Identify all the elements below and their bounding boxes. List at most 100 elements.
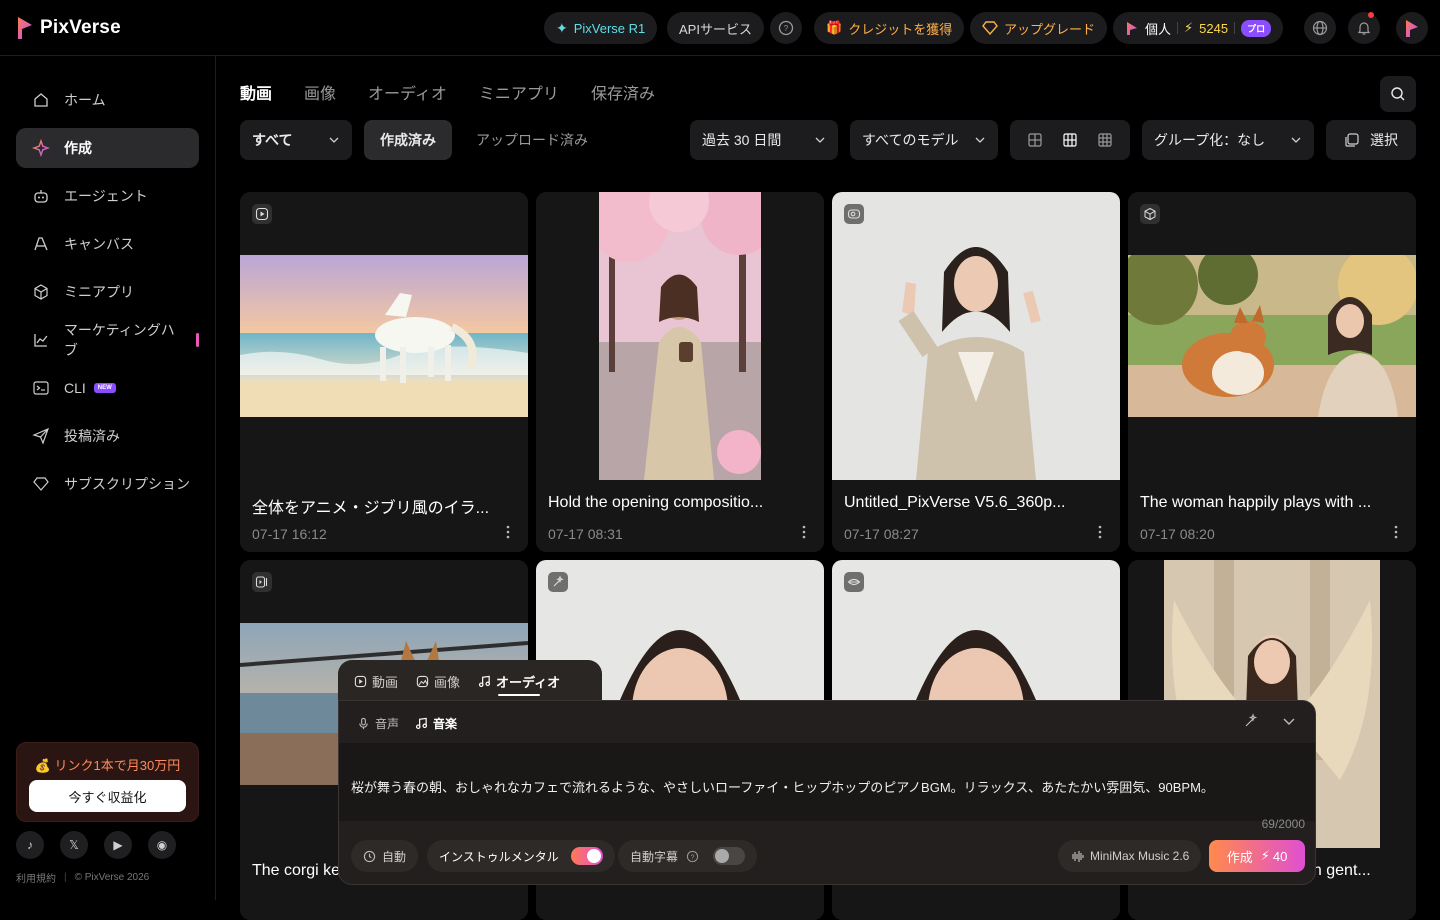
subtab-voice[interactable]: 音声 bbox=[357, 715, 399, 732]
terminal-icon bbox=[33, 381, 49, 395]
monetize-promo: 💰 リンク1本で月30万円 今すぐ収益化 bbox=[16, 742, 199, 822]
composer-tab-label: 画像 bbox=[434, 674, 461, 690]
api-service-button[interactable]: APIサービス bbox=[667, 12, 764, 44]
instrumental-toggle[interactable] bbox=[570, 847, 603, 865]
notifications-button[interactable] bbox=[1348, 12, 1380, 44]
group-by-dropdown[interactable]: グループ化：なし bbox=[1142, 120, 1314, 160]
sidebar-item-marketing-hub[interactable]: マーケティングハブ bbox=[16, 320, 199, 360]
tab-audio[interactable]: オーディオ bbox=[368, 80, 447, 104]
type-filter-dropdown[interactable]: すべて bbox=[240, 120, 352, 160]
clock-icon bbox=[363, 850, 376, 862]
upgrade-label: アップグレード bbox=[1004, 21, 1096, 37]
grid-small-icon[interactable] bbox=[1097, 132, 1113, 148]
auto-mode-label: 自動 bbox=[382, 849, 407, 864]
upgrade-button[interactable]: アップグレード bbox=[970, 12, 1108, 44]
magic-wand-icon[interactable] bbox=[1243, 713, 1259, 729]
card-title: The woman happily plays with ... bbox=[1140, 494, 1372, 511]
select-icon bbox=[1345, 133, 1359, 147]
footer-divider: | bbox=[64, 872, 67, 883]
sidebar-item-cli[interactable]: CLI NEW bbox=[16, 368, 199, 408]
tab-image[interactable]: 画像 bbox=[304, 80, 336, 104]
auto-lyrics-toggle[interactable] bbox=[713, 847, 746, 865]
help-circle-icon[interactable]: ? bbox=[686, 850, 699, 863]
copyright: © PixVerse 2026 bbox=[74, 872, 150, 883]
media-card[interactable]: Hold the opening compositio... 07-17 08:… bbox=[536, 192, 824, 552]
waveform-icon bbox=[1072, 850, 1084, 862]
pixverse-r1-button[interactable]: ✦ PixVerse R1 bbox=[544, 12, 658, 44]
grid-large-icon[interactable] bbox=[1027, 132, 1043, 148]
sidebar-item-home[interactable]: ホーム bbox=[16, 80, 199, 120]
sidebar-item-subscription[interactable]: サブスクリプション bbox=[16, 464, 199, 504]
user-avatar[interactable] bbox=[1396, 12, 1428, 44]
character-count: 69/2000 bbox=[1261, 817, 1305, 831]
lips-type-icon bbox=[844, 572, 864, 592]
composer-tab-label: 動画 bbox=[372, 674, 399, 690]
divider bbox=[1177, 22, 1179, 34]
logo[interactable]: PixVerse bbox=[16, 15, 121, 41]
card-date: 07-17 08:27 bbox=[844, 526, 919, 542]
get-credits-label: クレジットを獲得 bbox=[848, 21, 953, 37]
sidebar-item-mini-apps[interactable]: ミニアプリ bbox=[16, 272, 199, 312]
card-title: Hold the opening compositio... bbox=[548, 494, 764, 511]
x-icon[interactable]: 𝕏 bbox=[60, 831, 88, 859]
search-icon bbox=[1391, 87, 1405, 101]
promo-title: 💰 リンク1本で月30万円 bbox=[34, 758, 181, 773]
tab-mini-apps[interactable]: ミニアプリ bbox=[479, 80, 559, 104]
monetize-button[interactable]: 今すぐ収益化 bbox=[29, 780, 186, 812]
sidebar-item-create[interactable]: 作成 bbox=[16, 128, 199, 168]
model-selector[interactable]: MiniMax Music 2.6 bbox=[1058, 840, 1202, 872]
create-button[interactable]: 作成 ⚡ 40 bbox=[1209, 840, 1305, 872]
uploaded-filter-label: アップロード済み bbox=[476, 132, 588, 148]
pixverse-r1-label: PixVerse R1 bbox=[573, 20, 646, 36]
date-range-dropdown[interactable]: 過去 30 日間 bbox=[690, 120, 838, 160]
thumbnail bbox=[1128, 255, 1416, 417]
more-options-icon[interactable] bbox=[798, 524, 810, 540]
discord-icon[interactable]: ◉ bbox=[148, 831, 176, 859]
chevron-down-icon[interactable] bbox=[1281, 713, 1297, 729]
video-type-icon bbox=[252, 204, 272, 224]
model-label: MiniMax Music 2.6 bbox=[1090, 849, 1190, 863]
sidebar-item-label: マーケティングハブ bbox=[63, 322, 175, 358]
help-button[interactable]: ? bbox=[770, 12, 802, 44]
more-options-icon[interactable] bbox=[1390, 524, 1402, 540]
youtube-icon[interactable]: ▶ bbox=[104, 831, 132, 859]
created-filter-chip[interactable]: 作成済み bbox=[364, 120, 452, 160]
composer-tab-label: オーディオ bbox=[496, 674, 561, 690]
media-card[interactable]: Untitled_PixVerse V5.6_360p... 07-17 08:… bbox=[832, 192, 1120, 552]
select-label: 選択 bbox=[1370, 132, 1398, 148]
sidebar-item-label: ホーム bbox=[64, 92, 106, 108]
media-card[interactable]: 全体をアニメ・ジブリ風のイラ... 07-17 16:12 bbox=[240, 192, 528, 552]
sidebar-item-agent[interactable]: エージェント bbox=[16, 176, 199, 216]
tab-saved[interactable]: 保存済み bbox=[591, 80, 655, 104]
more-options-icon[interactable] bbox=[502, 524, 514, 540]
cost-group: ⚡ 40 bbox=[1261, 848, 1288, 864]
auto-mode-button[interactable]: 自動 bbox=[351, 840, 419, 872]
terms-link[interactable]: 利用規約 bbox=[16, 870, 56, 885]
tiktok-icon[interactable]: ♪ bbox=[16, 831, 44, 859]
tab-video[interactable]: 動画 bbox=[240, 80, 272, 104]
diamond-icon bbox=[982, 21, 998, 35]
composer-tab-audio[interactable]: オーディオ bbox=[478, 660, 560, 702]
model-dropdown[interactable]: すべてのモデル bbox=[850, 120, 998, 160]
uploaded-filter-chip[interactable]: アップロード済み bbox=[464, 120, 604, 160]
language-button[interactable] bbox=[1304, 12, 1336, 44]
diamond-outline-icon bbox=[33, 477, 49, 491]
composer-tab-video[interactable]: 動画 bbox=[354, 660, 398, 702]
search-button[interactable] bbox=[1380, 76, 1416, 112]
prompt-textarea[interactable]: 桜が舞う春の朝、おしゃれなカフェで流れるような、やさしいローファイ・ヒップホップ… bbox=[339, 743, 1315, 821]
more-options-icon[interactable] bbox=[1094, 524, 1106, 540]
sidebar-item-posted[interactable]: 投稿済み bbox=[16, 416, 199, 456]
sparkle-icon: ✦ bbox=[556, 19, 568, 36]
get-credits-button[interactable]: 🎁 クレジットを獲得 bbox=[814, 12, 965, 44]
composer-tab-image[interactable]: 画像 bbox=[416, 660, 460, 702]
model-value: すべてのモデル bbox=[862, 132, 959, 148]
select-button[interactable]: 選択 bbox=[1326, 120, 1416, 160]
media-card[interactable]: The woman happily plays with ... 07-17 0… bbox=[1128, 192, 1416, 552]
account-credits-pill[interactable]: 個人 ⚡ 5245 プロ bbox=[1113, 12, 1284, 44]
pixverse-logo-icon bbox=[18, 17, 32, 39]
grid-medium-icon[interactable] bbox=[1062, 132, 1078, 148]
send-icon bbox=[32, 427, 50, 445]
subtab-music[interactable]: 音楽 bbox=[415, 715, 457, 732]
thumbnail bbox=[599, 192, 761, 480]
sidebar-item-canvas[interactable]: キャンバス bbox=[16, 224, 199, 264]
